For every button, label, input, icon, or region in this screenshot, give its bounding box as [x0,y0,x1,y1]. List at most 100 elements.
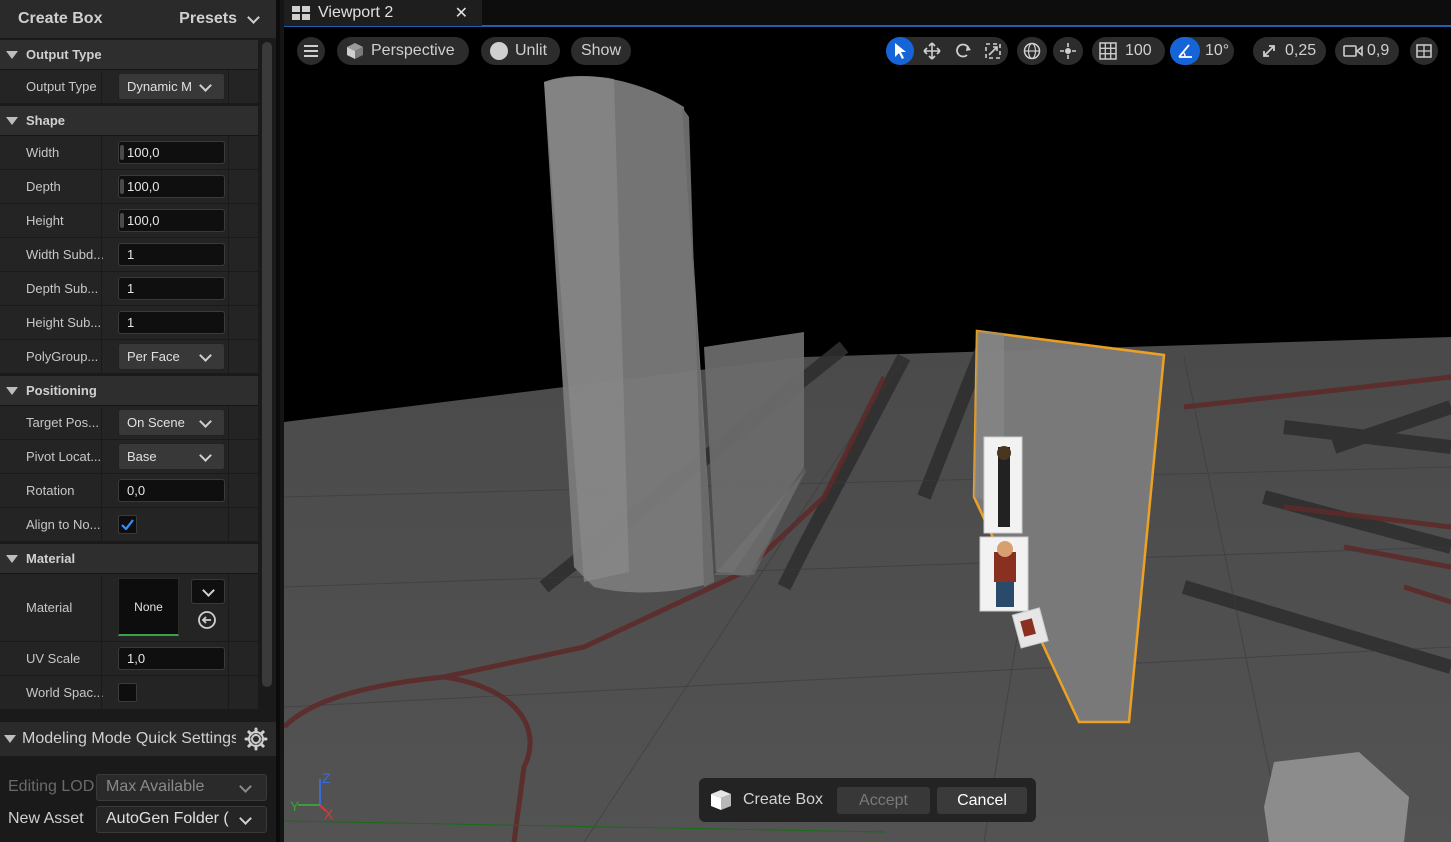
unlit-button[interactable]: Unlit [481,37,560,65]
dropdown-value: Max Available [106,778,205,795]
height-subdivisions-input[interactable]: 1 [118,311,225,334]
axis-y-label: Y [290,798,300,814]
perspective-label: Perspective [371,42,455,59]
chevron-down-icon [199,349,212,362]
use-selected-asset-icon[interactable] [197,610,217,630]
move-icon [923,42,941,60]
presets-button[interactable]: Presets [179,10,260,28]
prop-label: Pivot Locat... [26,449,102,464]
row-output-type: Output Type Dynamic M [0,70,258,104]
quick-settings-header[interactable]: Modeling Mode Quick Settings [0,722,276,756]
camera-speed-button[interactable]: 0,9 [1335,37,1399,65]
pivot-location-dropdown[interactable]: Base [118,443,225,470]
row-depth-subdivisions: Depth Sub... 1 [0,272,258,306]
show-button[interactable]: Show [571,37,631,65]
section-positioning[interactable]: Positioning [0,374,258,406]
prop-label: Depth Sub... [26,281,99,296]
accept-button[interactable]: Accept [837,787,930,814]
section-material[interactable]: Material [0,542,258,574]
viewport-layout-icon [292,6,310,20]
chevron-down-icon [199,415,212,428]
tool-accept-bar: Create Box Accept Cancel [699,778,1036,822]
translate-tool-button[interactable] [918,37,946,65]
new-asset-label: New Asset [8,810,84,827]
editing-lod-label: Editing LOD [8,778,95,795]
output-type-dropdown[interactable]: Dynamic M [118,73,225,100]
world-local-toggle[interactable] [1017,37,1047,65]
prop-label: Height [26,213,64,228]
row-height-subdivisions: Height Sub... 1 [0,306,258,340]
tab-viewport-2[interactable]: Viewport 2 ✕ [284,0,482,26]
collapse-arrow-icon [6,554,18,563]
section-output-type[interactable]: Output Type [0,38,258,70]
row-rotation: Rotation 0,0 [0,474,258,508]
chevron-down-icon [239,779,252,793]
rotate-tool-button[interactable] [949,37,977,65]
width-subdivisions-input[interactable]: 1 [118,243,225,266]
world-space-checkbox[interactable] [118,683,137,702]
cancel-button[interactable]: Cancel [937,787,1027,814]
scale-tool-button[interactable] [979,37,1007,65]
align-to-normal-checkbox[interactable] [118,515,137,534]
target-position-dropdown[interactable]: On Scene [118,409,225,436]
scale-snap-icon [1263,45,1275,57]
dropdown-value: Per Face [127,349,180,364]
hamburger-menu-icon [304,45,318,57]
dropdown-value: AutoGen Folder ( [106,810,229,827]
scale-snap-button[interactable]: 0,25 [1253,37,1326,65]
row-polygroup: PolyGroup... Per Face [0,340,258,374]
grid-snap-value: 100 [1125,42,1152,59]
chevron-down-icon [199,449,212,462]
uv-scale-input[interactable]: 1,0 [118,647,225,670]
dropdown-value: Dynamic M [127,79,193,94]
polygroup-dropdown[interactable]: Per Face [118,343,225,370]
tool-title: Create Box [18,10,103,27]
editing-lod-dropdown[interactable]: Max Available [96,773,267,801]
surface-snap-button[interactable] [1053,37,1083,65]
prop-label: Width Subd... [26,247,105,262]
viewport-layout-button[interactable] [1410,37,1438,65]
prop-label: Target Pos... [26,415,99,430]
viewport-menu-button[interactable] [297,37,325,65]
rotation-snap-button[interactable]: 10° [1170,37,1234,65]
viewport-3d[interactable]: Z Y X Perspective Unlit Show 100 10° 0,2… [284,27,1451,842]
tool-name-label: Create Box [743,791,824,808]
row-width: Width 100,0 [0,136,258,170]
width-input[interactable]: 100,0 [118,141,225,164]
row-height: Height 100,0 [0,204,258,238]
row-width-subdivisions: Width Subd... 1 [0,238,258,272]
section-label: Output Type [26,47,102,62]
depth-input[interactable]: 100,0 [118,175,225,198]
prop-label: Rotation [26,483,75,498]
select-tool-button[interactable] [886,37,914,65]
collapse-arrow-icon [6,50,18,59]
properties-list: Output Type Output Type Dynamic M Shape … [0,38,258,722]
row-align-to-normal: Align to No... [0,508,258,542]
rotate-icon [956,43,971,58]
section-shape[interactable]: Shape [0,104,258,136]
material-thumbnail[interactable]: None [118,578,179,636]
row-material: Material None [0,574,258,642]
perspective-button[interactable]: Perspective [337,37,469,65]
new-asset-dropdown[interactable]: AutoGen Folder ( [96,805,267,833]
material-picker-button[interactable] [191,579,225,604]
prop-label: Depth [26,179,61,194]
properties-scrollbar[interactable] [262,42,272,687]
surface-snap-icon [1060,43,1076,59]
close-icon[interactable]: ✕ [455,3,468,23]
row-world-space-uv: World Spac... [0,676,258,710]
rotation-input[interactable]: 0,0 [118,479,225,502]
height-input[interactable]: 100,0 [118,209,225,232]
camera-speed-value: 0,9 [1367,42,1390,59]
chevron-down-icon [199,79,212,92]
gear-icon[interactable] [244,727,268,751]
viewport-tab-bar: Viewport 2 ✕ [284,0,1451,27]
grid-snap-button[interactable]: 100 [1092,37,1165,65]
row-uv-scale: UV Scale 1,0 [0,642,258,676]
row-new-asset: New Asset AutoGen Folder ( [0,804,276,834]
prop-label: PolyGroup... [26,349,99,364]
tab-label: Viewport 2 [318,4,394,21]
prop-label: World Spac... [26,685,104,700]
collapse-arrow-icon [4,735,16,743]
depth-subdivisions-input[interactable]: 1 [118,277,225,300]
